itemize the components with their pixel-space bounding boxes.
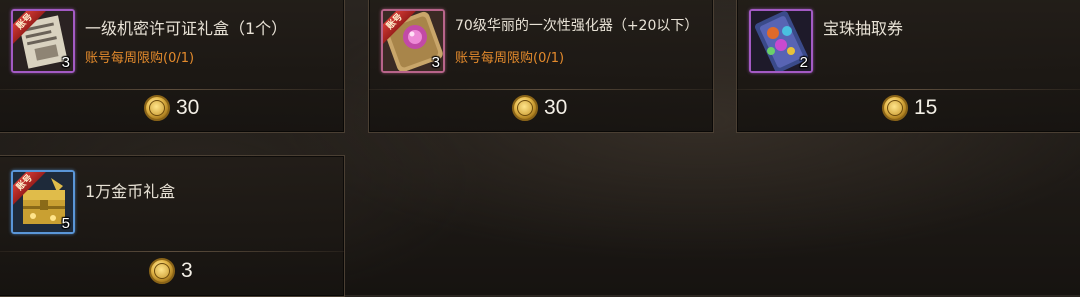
price-value: 15 <box>914 96 938 119</box>
item-name: 宝珠抽取券 <box>823 19 904 38</box>
price: 30 <box>144 95 199 121</box>
price-value: 3 <box>181 259 193 282</box>
item-quantity: 3 <box>431 54 440 71</box>
divider <box>0 251 344 252</box>
divider <box>0 89 344 90</box>
item-slot[interactable]: 账号 3 <box>11 9 75 73</box>
price-value: 30 <box>544 96 568 119</box>
price-value: 30 <box>176 96 200 119</box>
item-name: 70级华丽的一次性强化器（+20以下） <box>455 18 699 34</box>
purchase-limit: 账号每周限购(0/1) <box>455 51 565 66</box>
price: 3 <box>149 258 193 284</box>
shop-item-card[interactable]: 账号 5 1万金币礼盒 3 <box>0 155 345 297</box>
purchase-limit: 账号每周限购(0/1) <box>85 51 195 66</box>
gold-coin-icon <box>882 95 908 121</box>
item-name: 一级机密许可证礼盒（1个） <box>85 19 288 38</box>
gold-coin-icon <box>144 95 170 121</box>
item-quantity: 2 <box>799 54 808 71</box>
price: 15 <box>882 95 937 121</box>
gold-coin-icon <box>512 95 538 121</box>
shop-item-card[interactable]: 2 宝珠抽取券 15 <box>736 0 1080 133</box>
divider <box>369 89 713 90</box>
shop-item-card[interactable]: 账号 3 70级华丽的一次性强化器（+20以下） 账号每周限购(0/1) 30 <box>368 0 714 133</box>
shop-item-card[interactable]: 账号 3 一级机密许可证礼盒（1个） 账号每周限购(0/1) 30 <box>0 0 345 133</box>
item-quantity: 3 <box>61 54 70 71</box>
item-slot[interactable]: 账号 5 <box>11 170 75 234</box>
item-slot[interactable]: 2 <box>749 9 813 73</box>
divider <box>737 89 1080 90</box>
item-slot[interactable]: 账号 3 <box>381 9 445 73</box>
gold-coin-icon <box>149 258 175 284</box>
item-quantity: 5 <box>61 215 70 232</box>
price: 30 <box>512 95 567 121</box>
item-name: 1万金币礼盒 <box>85 182 176 201</box>
